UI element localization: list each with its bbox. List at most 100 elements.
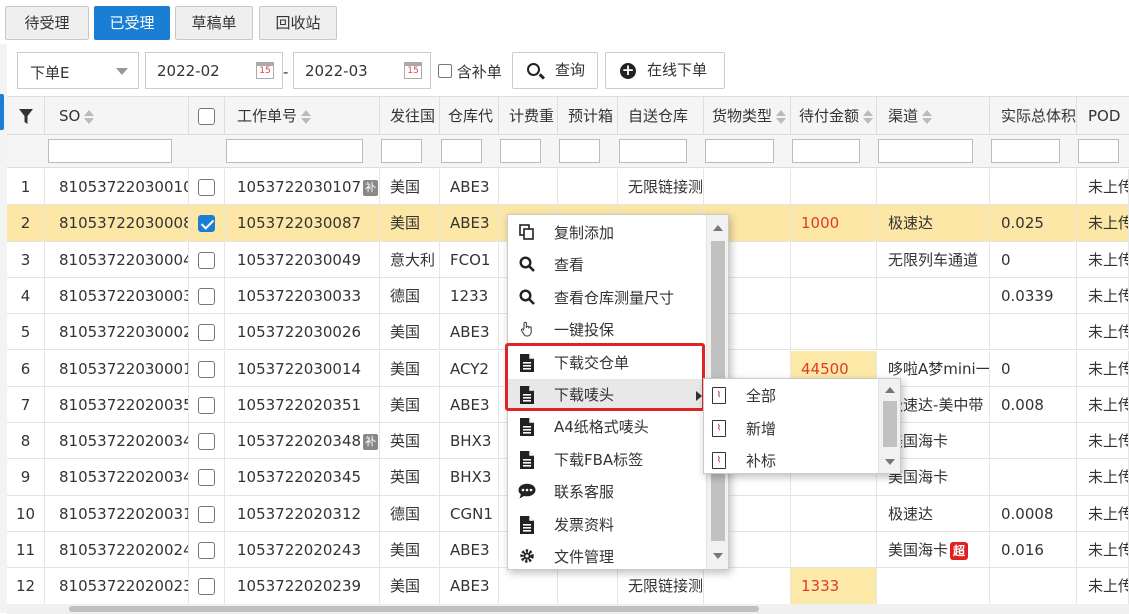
col-actual-volume[interactable]: 实际总体积 — [990, 97, 1077, 135]
table-row[interactable]: 1 810537220300107 1053722030107 补美国 ABE3 无限链接… — [7, 169, 1129, 206]
context-menu-item[interactable]: A4纸格式唛头 — [508, 411, 708, 443]
col-self-delivery-wh[interactable]: 自送仓库 — [618, 97, 704, 135]
row-checkbox[interactable] — [198, 505, 215, 523]
col-estimated-boxes[interactable]: 预计箱 — [558, 97, 618, 135]
so-cell: 810537220300014 — [45, 350, 189, 387]
sort-icon[interactable] — [922, 109, 933, 124]
job-number-cell-text: 1053722030107 — [237, 178, 362, 196]
table-filter-row — [7, 135, 1129, 168]
row-select[interactable] — [189, 350, 225, 387]
filter-self-delivery-wh-input[interactable] — [619, 139, 687, 163]
row-checkbox[interactable] — [198, 396, 215, 414]
date-to-input[interactable]: 2022-03 15 — [293, 52, 431, 89]
scroll-down-arrow-icon[interactable] — [713, 553, 723, 559]
context-menu-item[interactable]: 查看仓库测量尺寸 — [508, 282, 708, 314]
col-cargo-type[interactable]: 货物类型 — [704, 97, 791, 135]
context-menu-item[interactable]: 联系客服 — [508, 476, 708, 508]
context-menu-item[interactable]: 复制添加 — [508, 217, 708, 249]
col-amount-due[interactable]: 待付金额 — [791, 97, 877, 135]
row-checkbox[interactable] — [198, 469, 215, 487]
row-select[interactable] — [189, 459, 225, 496]
submenu-item[interactable]: ⌇ 全部 — [704, 380, 880, 412]
filter-destination-input[interactable] — [381, 139, 422, 163]
col-chargeable-weight[interactable]: 计费重 — [499, 97, 558, 135]
col-job-number[interactable]: 工作单号 — [225, 97, 380, 135]
row-select[interactable] — [189, 495, 225, 532]
submenu-scrollbar[interactable] — [878, 379, 900, 473]
calendar-icon[interactable]: 15 — [256, 62, 274, 79]
row-checkbox[interactable] — [198, 179, 215, 196]
include-supplement-option[interactable]: 含补单 — [438, 61, 502, 82]
col-pod[interactable]: POD — [1077, 97, 1129, 135]
row-select[interactable] — [189, 386, 225, 423]
row-select[interactable] — [189, 241, 225, 278]
table-row[interactable]: 12 810537220200239 1053722020239 美国 ABE3 无限链接… — [7, 568, 1129, 605]
row-select[interactable] — [189, 314, 225, 351]
context-menu-item[interactable]: 发票资料 — [508, 509, 708, 541]
pod-cell-text: 未上传 — [1088, 432, 1129, 451]
amount-due-cell: 1333 — [791, 568, 877, 605]
filter-amount-due-input[interactable] — [792, 139, 860, 163]
col-destination[interactable]: 发往国 — [380, 97, 440, 135]
destination-cell: 美国 — [380, 568, 440, 605]
tab-accepted[interactable]: 已受理 — [94, 6, 170, 40]
context-menu-item[interactable]: 文件管理 — [508, 541, 708, 573]
row-checkbox[interactable] — [198, 215, 215, 233]
filter-so-input[interactable] — [48, 139, 172, 163]
tab-drafts[interactable]: 草稿单 — [175, 6, 253, 40]
select-all-checkbox[interactable] — [198, 108, 215, 125]
submenu-scrollbar-thumb[interactable] — [883, 401, 897, 447]
row-checkbox[interactable] — [198, 542, 215, 559]
date-from-input[interactable]: 2022-02 15 — [145, 52, 283, 89]
horizontal-scrollbar-thumb[interactable] — [69, 606, 759, 612]
row-select[interactable] — [189, 169, 225, 205]
online-order-button[interactable]: + 在线下单 — [605, 52, 725, 89]
row-select[interactable] — [189, 532, 225, 568]
row-checkbox[interactable] — [198, 287, 215, 305]
col-warehouse-code[interactable]: 仓库代 — [440, 97, 499, 135]
context-menu-item-label: 查看仓库测量尺寸 — [554, 288, 675, 307]
online-order-button-label: 在线下单 — [647, 61, 708, 79]
so-cell: 810537220300026 — [45, 314, 189, 351]
context-menu-item[interactable]: 下载FBA标签 — [508, 444, 708, 476]
include-supplement-checkbox[interactable] — [438, 64, 452, 78]
calendar-icon[interactable]: 15 — [404, 62, 422, 79]
row-select[interactable] — [189, 205, 225, 242]
row-checkbox[interactable] — [198, 578, 215, 596]
filter-channel-input[interactable] — [878, 139, 973, 163]
context-menu-item[interactable]: 查看 — [508, 249, 708, 281]
row-checkbox[interactable] — [198, 433, 215, 451]
so-cell-text: 810537220300014 — [59, 359, 189, 378]
filter-job-number-input[interactable] — [226, 139, 363, 163]
row-checkbox[interactable] — [198, 360, 215, 378]
filter-warehouse-code-input[interactable] — [441, 139, 482, 163]
row-checkbox[interactable] — [198, 324, 215, 342]
col-select-all[interactable] — [189, 97, 225, 135]
row-checkbox[interactable] — [198, 251, 215, 269]
filter-cargo-type-input[interactable] — [705, 139, 774, 163]
sort-icon[interactable] — [301, 109, 312, 124]
row-select[interactable] — [189, 277, 225, 314]
tab-recycle-bin[interactable]: 回收站 — [259, 6, 337, 40]
filter-estimated-boxes-input[interactable] — [559, 139, 600, 163]
scroll-down-arrow-icon[interactable] — [885, 459, 895, 465]
row-select[interactable] — [189, 423, 225, 460]
filter-pod-input[interactable] — [1078, 139, 1119, 163]
sort-icon[interactable] — [84, 109, 95, 124]
scroll-up-arrow-icon[interactable] — [885, 387, 895, 393]
sort-icon[interactable] — [863, 109, 874, 124]
submenu-item[interactable]: ⌇ 新增 — [704, 413, 880, 445]
query-button[interactable]: 查询 — [512, 52, 598, 89]
scroll-up-arrow-icon[interactable] — [713, 225, 723, 231]
tab-pending[interactable]: 待受理 — [5, 6, 89, 40]
filter-chargeable-weight-input[interactable] — [500, 139, 541, 163]
filter-actual-volume-input[interactable] — [991, 139, 1060, 163]
date-type-select[interactable]: 下单E — [17, 52, 139, 89]
submenu-item[interactable]: ⌇ 补标 — [704, 445, 880, 477]
row-select[interactable] — [189, 568, 225, 605]
context-menu-item[interactable]: 一键投保 — [508, 314, 708, 346]
sort-icon[interactable] — [776, 109, 787, 124]
col-channel[interactable]: 渠道 — [877, 97, 990, 135]
col-so[interactable]: SO — [45, 97, 189, 135]
filter-icon[interactable] — [7, 97, 45, 135]
